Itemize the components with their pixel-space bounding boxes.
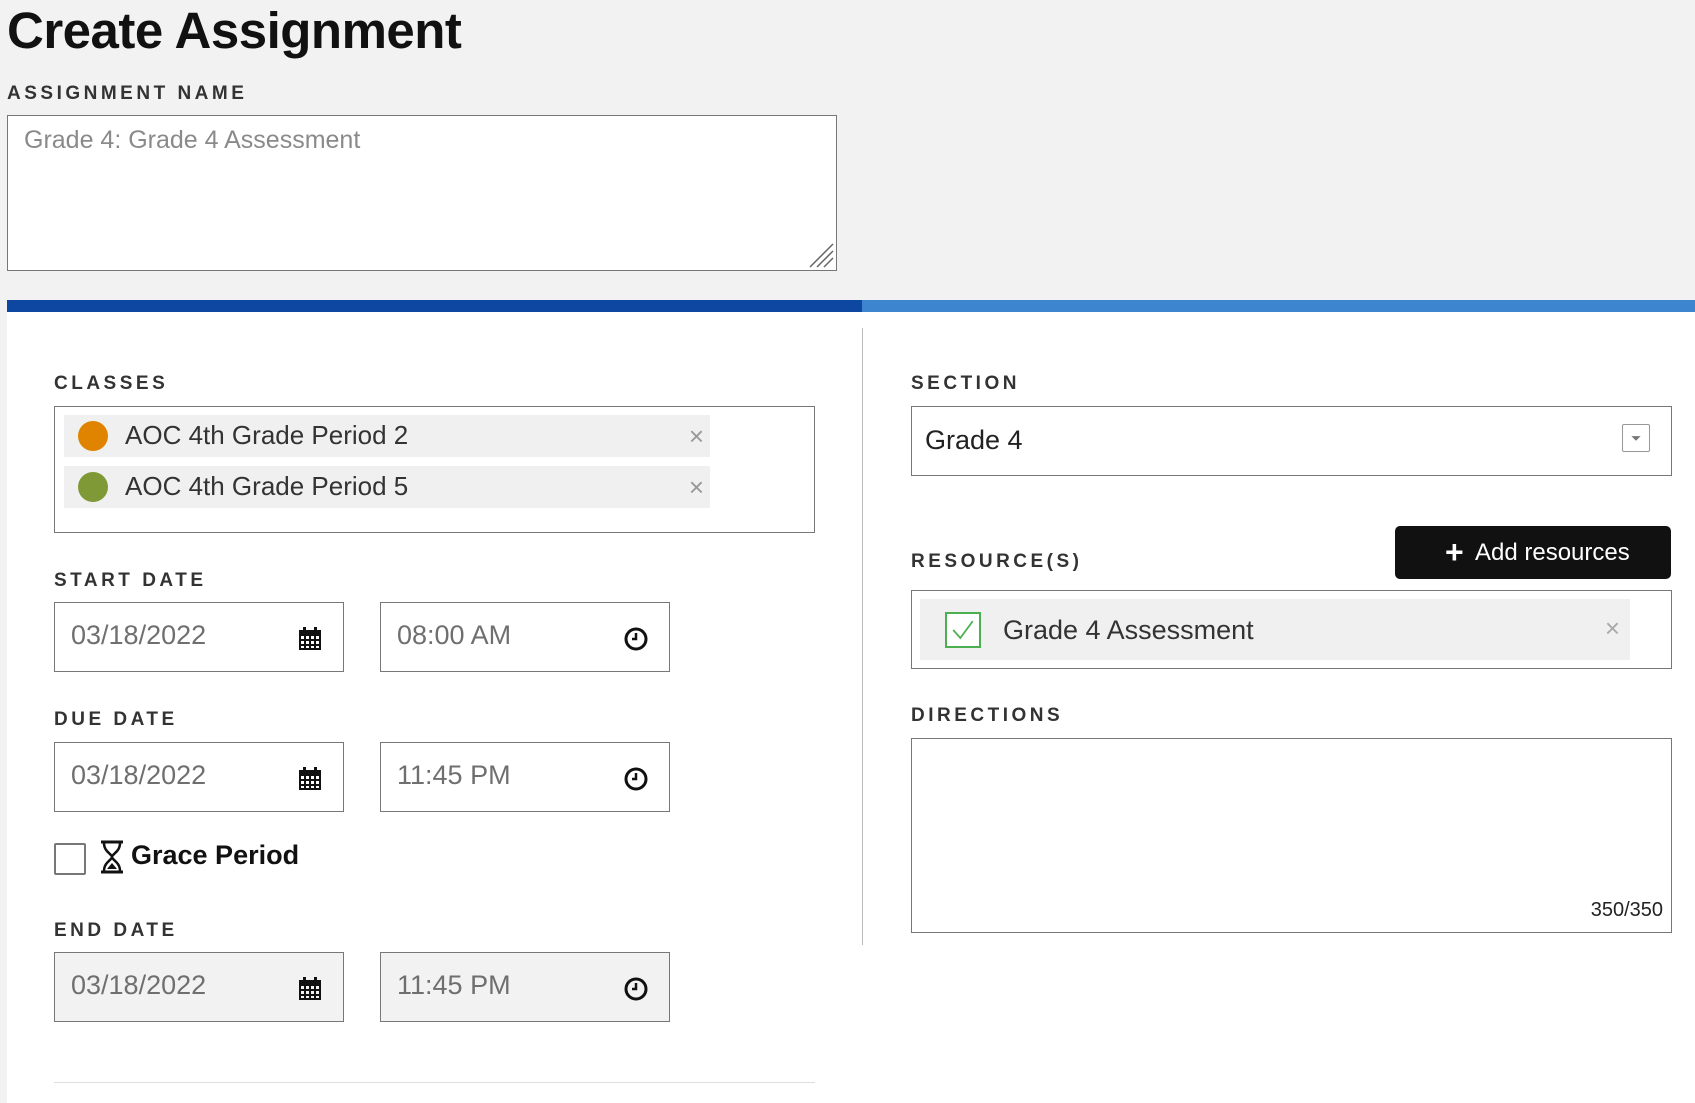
due-time-value: 11:45 PM	[397, 760, 511, 790]
character-counter: 350/350	[1590, 899, 1663, 921]
class-color-dot	[78, 472, 108, 502]
calendar-icon[interactable]	[297, 766, 323, 792]
end-date-value: 03/18/2022	[71, 970, 207, 1000]
end-time-input[interactable]: 11:45 PM	[380, 952, 670, 1022]
add-resources-label: Add resources	[1475, 539, 1630, 566]
column-divider	[862, 328, 863, 945]
remove-class-icon[interactable]: ×	[689, 422, 704, 450]
grace-period-label: Grace Period	[131, 840, 300, 870]
hourglass-icon	[101, 840, 123, 874]
resource-chip-label: Grade 4 Assessment	[1003, 615, 1254, 645]
add-resources-button[interactable]: + Add resources	[1395, 526, 1671, 579]
start-date-value: 03/18/2022	[71, 620, 207, 650]
page-title: Create Assignment	[7, 2, 462, 59]
calendar-icon[interactable]	[297, 626, 323, 652]
class-chip: AOC 4th Grade Period 5 ×	[64, 466, 710, 508]
class-chip-label: AOC 4th Grade Period 2	[125, 420, 409, 450]
due-date-label: DUE DATE	[54, 709, 178, 730]
start-date-input[interactable]: 03/18/2022	[54, 602, 344, 672]
end-date-label: END DATE	[54, 920, 178, 941]
remove-class-icon[interactable]: ×	[689, 473, 704, 501]
class-color-dot	[78, 421, 108, 451]
resources-list: Grade 4 Assessment ×	[911, 590, 1672, 669]
grace-period-checkbox[interactable]	[54, 843, 86, 875]
start-time-value: 08:00 AM	[397, 620, 512, 650]
assignment-name-input[interactable]: Grade 4: Grade 4 Assessment	[7, 115, 837, 271]
classes-label: CLASSES	[54, 373, 169, 394]
directions-label: DIRECTIONS	[911, 705, 1064, 726]
class-chip-label: AOC 4th Grade Period 5	[125, 471, 409, 501]
clock-icon[interactable]	[623, 976, 649, 1002]
calendar-icon[interactable]	[297, 976, 323, 1002]
end-date-input[interactable]: 03/18/2022	[54, 952, 344, 1022]
classes-multiselect[interactable]: AOC 4th Grade Period 2 × AOC 4th Grade P…	[54, 406, 815, 533]
resource-chip: Grade 4 Assessment ×	[920, 599, 1630, 660]
due-time-input[interactable]: 11:45 PM	[380, 742, 670, 812]
end-time-value: 11:45 PM	[397, 970, 511, 1000]
resource-checkbox[interactable]	[945, 612, 981, 648]
clock-icon[interactable]	[623, 766, 649, 792]
chevron-down-icon[interactable]	[1622, 424, 1650, 452]
plus-icon: +	[1445, 534, 1464, 570]
start-date-label: START DATE	[54, 570, 207, 591]
directions-textarea[interactable]: 350/350	[911, 738, 1672, 933]
due-date-value: 03/18/2022	[71, 760, 207, 790]
progress-bar-remaining	[862, 300, 1695, 312]
section-selected-value: Grade 4	[925, 425, 1023, 455]
assignment-name-placeholder: Grade 4: Grade 4 Assessment	[24, 126, 361, 154]
resources-label: RESOURCE(S)	[911, 551, 1083, 572]
section-divider	[54, 1082, 815, 1083]
class-chip: AOC 4th Grade Period 2 ×	[64, 415, 710, 457]
clock-icon[interactable]	[623, 626, 649, 652]
section-select[interactable]: Grade 4	[911, 406, 1672, 476]
section-label: SECTION	[911, 373, 1020, 394]
start-time-input[interactable]: 08:00 AM	[380, 602, 670, 672]
assignment-name-label: ASSIGNMENT NAME	[7, 83, 248, 104]
progress-bar-complete	[7, 300, 862, 312]
due-date-input[interactable]: 03/18/2022	[54, 742, 344, 812]
resize-handle-icon[interactable]	[806, 240, 834, 268]
remove-resource-icon[interactable]: ×	[1605, 614, 1620, 642]
